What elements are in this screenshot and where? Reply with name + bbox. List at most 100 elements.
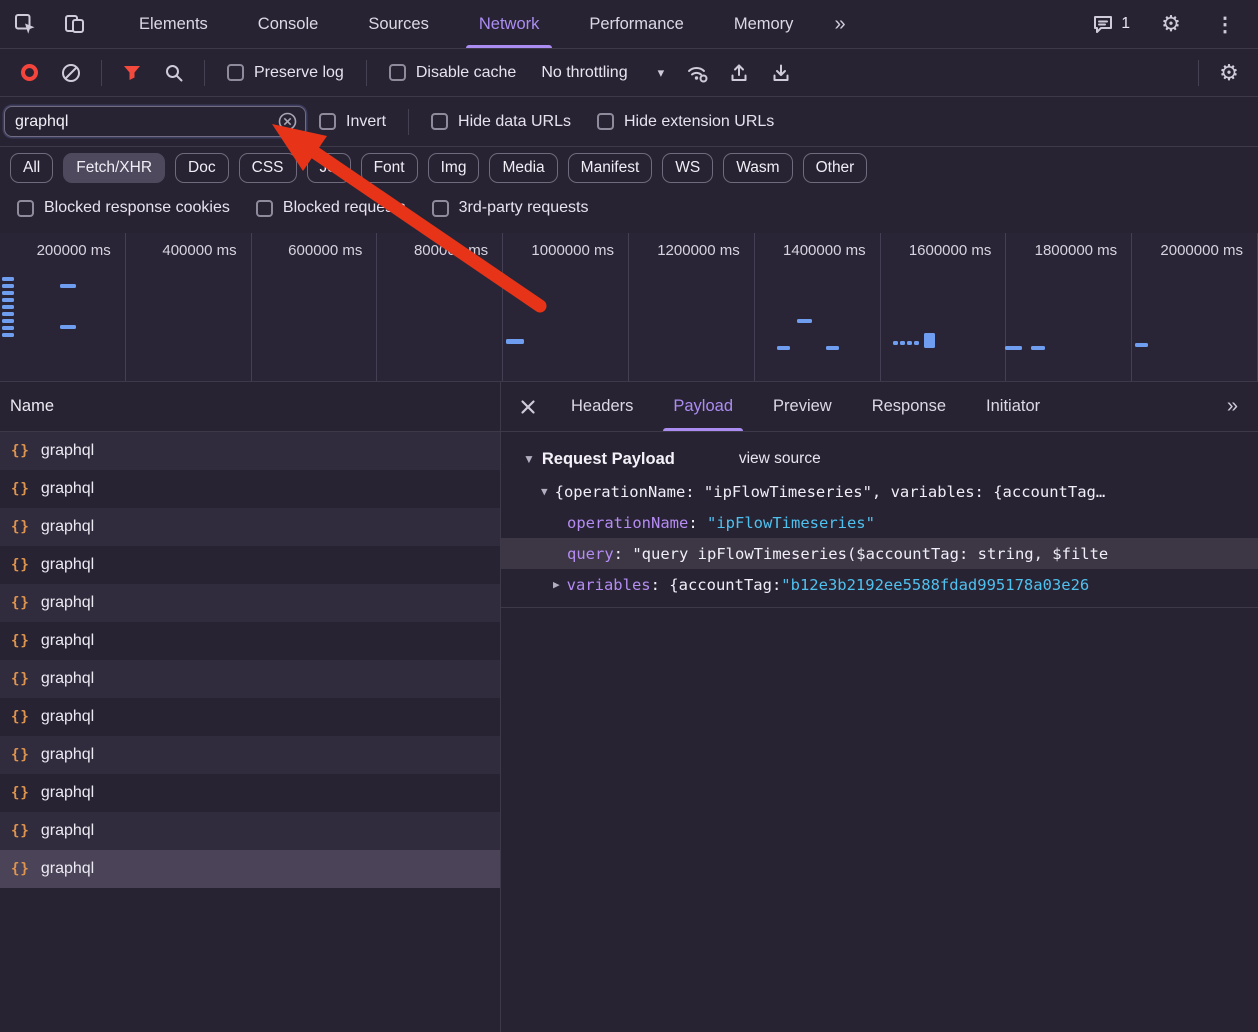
close-detail-button[interactable] (505, 382, 551, 431)
timeline-bar (60, 325, 76, 329)
json-braces-icon: {} (11, 671, 30, 687)
request-row[interactable]: {} graphql (0, 660, 500, 698)
tab-console[interactable]: Console (233, 0, 344, 48)
timeline-bar (2, 284, 14, 288)
payload-entry-variables[interactable]: ▶ variables: {accountTag: "b12e3b2192ee5… (501, 569, 1258, 600)
invert-label: Invert (346, 113, 386, 131)
timeline-bar (914, 341, 919, 345)
timeline-label: 1600000 ms (881, 233, 1007, 381)
name-column-header[interactable]: Name (0, 382, 500, 432)
network-overview-timeline[interactable]: 200000 ms400000 ms600000 ms800000 ms1000… (0, 233, 1258, 382)
payload-summary-text: {operationName: "ipFlowTimeseries", vari… (555, 483, 1106, 501)
device-toolbar-icon (63, 12, 87, 36)
throttling-select[interactable]: No throttling ▾ (541, 64, 664, 82)
request-row[interactable]: {} graphql (0, 584, 500, 622)
view-source-link[interactable]: view source (739, 450, 821, 468)
export-har-button[interactable] (760, 62, 802, 84)
device-toolbar-button[interactable] (50, 0, 100, 48)
detail-tab-headers[interactable]: Headers (551, 382, 653, 431)
request-row[interactable]: {} graphql (0, 470, 500, 508)
hide-extension-urls-checkbox[interactable]: Hide extension URLs (597, 113, 774, 131)
invert-checkbox[interactable]: Invert (319, 113, 386, 131)
requests-panel: Name {} graphql {} graphql {} graphql {}… (0, 382, 501, 1032)
type-chip-font[interactable]: Font (361, 153, 418, 183)
more-tabs-button[interactable]: » (818, 0, 861, 48)
request-row[interactable]: {} graphql (0, 622, 500, 660)
detail-tab-preview[interactable]: Preview (753, 382, 852, 431)
type-chip-doc[interactable]: Doc (175, 153, 229, 183)
timeline-label: 200000 ms (0, 233, 126, 381)
request-row[interactable]: {} graphql (0, 546, 500, 584)
tab-memory[interactable]: Memory (709, 0, 819, 48)
clear-filter-icon[interactable] (278, 112, 297, 131)
timeline-bar (2, 305, 14, 309)
timeline-label: 1800000 ms (1006, 233, 1132, 381)
clear-network-log-button[interactable] (50, 62, 92, 84)
upload-icon (728, 62, 750, 84)
gear-icon: ⚙ (1161, 11, 1181, 37)
tab-sources[interactable]: Sources (343, 0, 454, 48)
import-har-button[interactable] (718, 62, 760, 84)
network-filter-row: Invert Hide data URLs Hide extension URL… (0, 97, 1258, 147)
third-party-requests-checkbox[interactable]: 3rd-party requests (432, 199, 589, 217)
payload-panel: ▼ Request Payload view source ▼ {operati… (501, 432, 1258, 608)
request-row[interactable]: {} graphql (0, 850, 500, 888)
type-chip-fetch-xhr[interactable]: Fetch/XHR (63, 153, 165, 183)
request-row[interactable]: {} graphql (0, 432, 500, 470)
detail-tab-payload[interactable]: Payload (653, 382, 753, 431)
payload-entry-query[interactable]: query: "query ipFlowTimeseries($accountT… (501, 538, 1258, 569)
request-row[interactable]: {} graphql (0, 736, 500, 774)
detail-tab-initiator[interactable]: Initiator (966, 382, 1060, 431)
payload-summary-row[interactable]: ▼ {operationName: "ipFlowTimeseries", va… (501, 476, 1258, 507)
hide-data-urls-label: Hide data URLs (458, 113, 571, 131)
type-chip-ws[interactable]: WS (662, 153, 713, 183)
tri-down-icon[interactable]: ▼ (523, 452, 535, 466)
extra-filters-row: Blocked response cookies Blocked request… (0, 189, 1258, 233)
inspect-element-button[interactable] (0, 0, 50, 48)
search-button[interactable] (153, 62, 195, 84)
more-detail-tabs-button[interactable]: » (1211, 382, 1254, 431)
type-chip-js[interactable]: JS (307, 153, 351, 183)
tab-elements[interactable]: Elements (114, 0, 233, 48)
timeline-bar (826, 346, 839, 350)
preserve-log-checkbox[interactable]: Preserve log (227, 64, 344, 82)
request-row[interactable]: {} graphql (0, 698, 500, 736)
record-network-log-button[interactable] (8, 64, 50, 81)
tab-network[interactable]: Network (454, 0, 565, 48)
customize-devtools-button[interactable]: ⋮ (1200, 12, 1250, 37)
blocked-response-cookies-checkbox[interactable]: Blocked response cookies (17, 199, 230, 217)
toolbar-divider (366, 60, 367, 86)
detail-tab-response[interactable]: Response (852, 382, 966, 431)
timeline-bar (2, 326, 14, 330)
toolbar-divider (101, 60, 102, 86)
timeline-bar (2, 277, 14, 281)
chevron-double-right-icon: » (834, 13, 845, 36)
more-vert-icon: ⋮ (1215, 12, 1235, 37)
type-chip-wasm[interactable]: Wasm (723, 153, 792, 183)
network-settings-button[interactable]: ⚙ (1208, 60, 1250, 86)
settings-button[interactable]: ⚙ (1146, 11, 1196, 37)
type-chip-manifest[interactable]: Manifest (568, 153, 653, 183)
filter-toggle-button[interactable] (111, 62, 153, 84)
request-row[interactable]: {} graphql (0, 812, 500, 850)
tri-down-icon[interactable]: ▼ (541, 485, 548, 498)
type-chip-img[interactable]: Img (428, 153, 480, 183)
blocked-requests-checkbox[interactable]: Blocked requests (256, 199, 406, 217)
type-chip-css[interactable]: CSS (239, 153, 297, 183)
type-chip-other[interactable]: Other (803, 153, 868, 183)
console-messages-button[interactable]: 1 (1080, 13, 1142, 35)
timeline-label: 2000000 ms (1132, 233, 1258, 381)
type-chip-all[interactable]: All (10, 153, 53, 183)
timeline-bar (2, 333, 14, 337)
request-row[interactable]: {} graphql (0, 508, 500, 546)
payload-entry-operationName[interactable]: operationName: "ipFlowTimeseries" (501, 507, 1258, 538)
tab-performance[interactable]: Performance (564, 0, 708, 48)
tri-right-icon[interactable]: ▶ (553, 578, 560, 591)
disable-cache-checkbox[interactable]: Disable cache (389, 64, 517, 82)
filter-input[interactable] (15, 113, 278, 131)
request-row[interactable]: {} graphql (0, 774, 500, 812)
network-conditions-button[interactable] (676, 61, 718, 85)
hide-data-urls-checkbox[interactable]: Hide data URLs (431, 113, 571, 131)
request-payload-section: ▼ Request Payload view source (501, 442, 1258, 476)
type-chip-media[interactable]: Media (489, 153, 557, 183)
